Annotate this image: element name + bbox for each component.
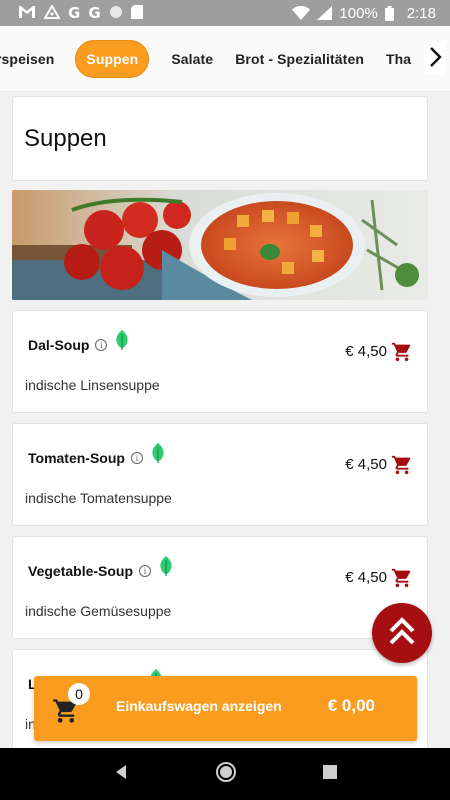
tab-vorspeisen[interactable]: rspeisen: [0, 41, 65, 77]
tab-thali[interactable]: Tha: [375, 41, 411, 77]
status-bar: G G 100% 2:18: [0, 0, 450, 26]
menu-item-name: Vegetable-Soup: [28, 563, 134, 579]
gmail-icon: [18, 5, 36, 22]
cart-label: Einkaufswagen anzeigen: [116, 698, 282, 714]
wifi-icon: [292, 6, 311, 20]
double-chevron-up-icon: [388, 616, 416, 651]
menu-item[interactable]: Tomaten-Soup i indische Tomatensuppe € 4…: [12, 423, 428, 526]
tabs-scroll-right-button[interactable]: [424, 43, 446, 75]
info-icon[interactable]: i: [95, 339, 108, 351]
menu-item-title: Dal-Soup i: [28, 329, 129, 353]
battery-icon: [384, 5, 394, 21]
home-icon[interactable]: [215, 761, 237, 788]
google-icon: G: [88, 3, 101, 22]
vegan-leaf-icon: [151, 442, 165, 466]
menu-item-name: Tomaten-Soup: [28, 450, 125, 466]
menu-item-price: € 4,50: [345, 343, 387, 360]
cart-total: € 0,00: [327, 696, 375, 715]
add-to-cart-icon[interactable]: [391, 454, 413, 481]
menu-item-name: Dal-Soup: [28, 337, 90, 353]
google-icon: G: [68, 3, 81, 22]
cart-count-badge: 0: [68, 683, 90, 705]
section-banner-image: [12, 190, 428, 300]
tab-suppen[interactable]: Suppen: [75, 39, 150, 78]
vegan-leaf-icon: [159, 555, 173, 579]
menu-item[interactable]: Vegetable-Soup i indische Gemüsesuppe € …: [12, 536, 428, 639]
tab-brot-spezialitaeten[interactable]: Brot - Spezialitäten: [224, 41, 375, 77]
menu-item-title: Vegetable-Soup i: [28, 555, 173, 579]
menu-item-description: indische Linsensuppe: [25, 377, 160, 393]
menu-item[interactable]: Dal-Soup i indische Linsensuppe € 4,50: [12, 310, 428, 413]
recents-icon[interactable]: [323, 764, 337, 784]
back-icon[interactable]: [113, 764, 129, 785]
menu-item-price: € 4,50: [345, 456, 387, 473]
signal-icon: [317, 6, 333, 20]
menu-item-description: indische Tomatensuppe: [25, 490, 172, 506]
circle-icon: [109, 5, 123, 22]
notification-icons: G G: [18, 3, 143, 22]
add-to-cart-icon[interactable]: [391, 341, 413, 368]
section-title-card: Suppen: [12, 96, 428, 181]
chevron-right-icon: [428, 46, 442, 73]
clock: 2:18: [406, 4, 436, 22]
menu-content: Suppen Dal-Soup i indische Linsensuppe €…: [12, 96, 428, 759]
battery-level: 100%: [339, 4, 378, 22]
scroll-to-top-button[interactable]: [372, 603, 432, 663]
add-to-cart-icon[interactable]: [391, 567, 413, 594]
category-tabs: rspeisen Suppen Salate Brot - Spezialitä…: [0, 26, 450, 92]
section-title: Suppen: [24, 124, 107, 152]
menu-item-title: Tomaten-Soup i: [28, 442, 165, 466]
menu-item-price: € 4,50: [345, 569, 387, 586]
info-icon[interactable]: i: [139, 565, 152, 577]
vegan-leaf-icon: [115, 329, 129, 353]
view-cart-button[interactable]: 0 Einkaufswagen anzeigen € 0,00: [34, 676, 417, 741]
menu-item-description: indische Gemüsesuppe: [25, 603, 172, 619]
tab-salate[interactable]: Salate: [160, 41, 224, 77]
system-nav-bar: [0, 748, 450, 800]
info-icon[interactable]: i: [130, 452, 143, 464]
sdcard-icon: [130, 4, 143, 22]
alert-icon: [43, 3, 61, 22]
